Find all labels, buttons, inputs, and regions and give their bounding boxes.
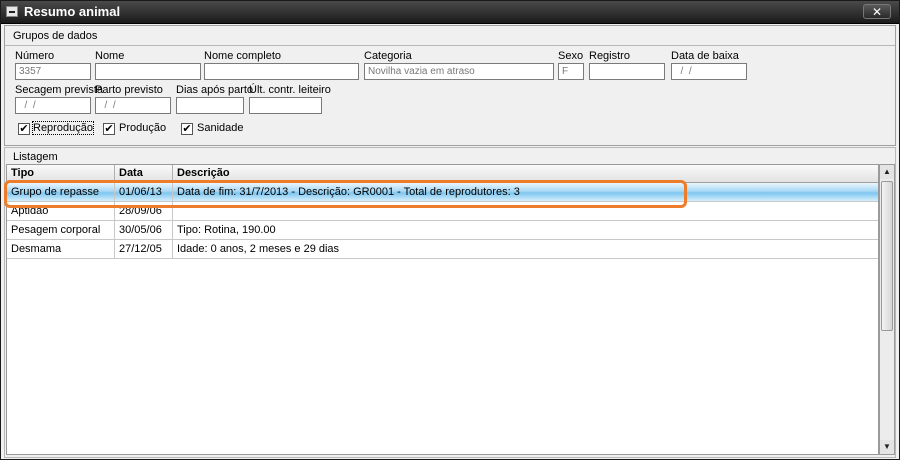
listagem-legend: Listagem <box>13 151 58 163</box>
grupos-de-dados-legend: Grupos de dados <box>13 30 98 42</box>
dias-field[interactable] <box>176 97 244 114</box>
window-title: Resumo animal <box>24 4 121 19</box>
numero-field[interactable]: 3357 <box>15 63 91 80</box>
sexo-field[interactable]: F <box>558 63 584 80</box>
sexo-label: Sexo <box>558 50 584 62</box>
registro-label: Registro <box>589 50 630 62</box>
cell-descricao: Tipo: Rotina, 190.00 <box>177 224 276 236</box>
vertical-scrollbar[interactable]: ▲ ▼ <box>879 164 895 455</box>
scroll-up-icon[interactable]: ▲ <box>880 165 894 179</box>
sanidade-label[interactable]: Sanidade <box>197 122 244 134</box>
ult-contr-field[interactable] <box>249 97 322 114</box>
highlight-annotation <box>4 180 687 208</box>
parto-label: Parto previsto <box>95 84 163 96</box>
group-divider <box>5 45 895 46</box>
reproducao-label[interactable]: Reprodução <box>32 121 94 135</box>
nome-completo-label: Nome completo <box>204 50 282 62</box>
window-menu-icon[interactable] <box>6 6 18 17</box>
parto-field[interactable]: / / <box>95 97 171 114</box>
nome-field[interactable] <box>95 63 201 80</box>
producao-label[interactable]: Produção <box>119 122 166 134</box>
data-baixa-label: Data de baixa <box>671 50 739 62</box>
title-bar[interactable]: Resumo animal ✕ <box>1 1 899 24</box>
cell-tipo: Desmama <box>7 240 115 258</box>
nome-completo-field[interactable] <box>204 63 359 80</box>
producao-checkbox[interactable]: ✔ <box>103 123 115 135</box>
table-row[interactable]: Pesagem corporal 30/05/06 Tipo: Rotina, … <box>7 221 878 240</box>
table-row[interactable]: Desmama 27/12/05 Idade: 0 anos, 2 meses … <box>7 240 878 259</box>
dias-label: Dias após parto <box>176 84 254 96</box>
cell-data: 30/05/06 <box>115 221 173 239</box>
cell-data: 27/12/05 <box>115 240 173 258</box>
nome-label: Nome <box>95 50 125 62</box>
categoria-field[interactable]: Novilha vazia em atraso <box>364 63 554 80</box>
categoria-label: Categoria <box>364 50 412 62</box>
scroll-down-icon[interactable]: ▼ <box>880 440 894 454</box>
secagem-label: Secagem prevista <box>15 84 104 96</box>
close-button[interactable]: ✕ <box>863 4 891 19</box>
cell-descricao: Idade: 0 anos, 2 meses e 29 dias <box>177 243 340 255</box>
reproducao-checkbox[interactable]: ✔ <box>18 123 30 135</box>
registro-field[interactable] <box>589 63 665 80</box>
data-baixa-field[interactable]: / / <box>671 63 747 80</box>
scroll-thumb[interactable] <box>881 181 893 331</box>
sanidade-checkbox[interactable]: ✔ <box>181 123 193 135</box>
ult-contr-label: Últ. contr. leiteiro <box>249 84 331 96</box>
resumo-animal-window: Resumo animal ✕ Grupos de dados Número 3… <box>0 0 900 460</box>
grupos-de-dados-group: Grupos de dados Número 3357 Nome Nome co… <box>4 25 896 146</box>
cell-tipo: Pesagem corporal <box>7 221 115 239</box>
secagem-field[interactable]: / / <box>15 97 91 114</box>
numero-label: Número <box>15 50 55 62</box>
